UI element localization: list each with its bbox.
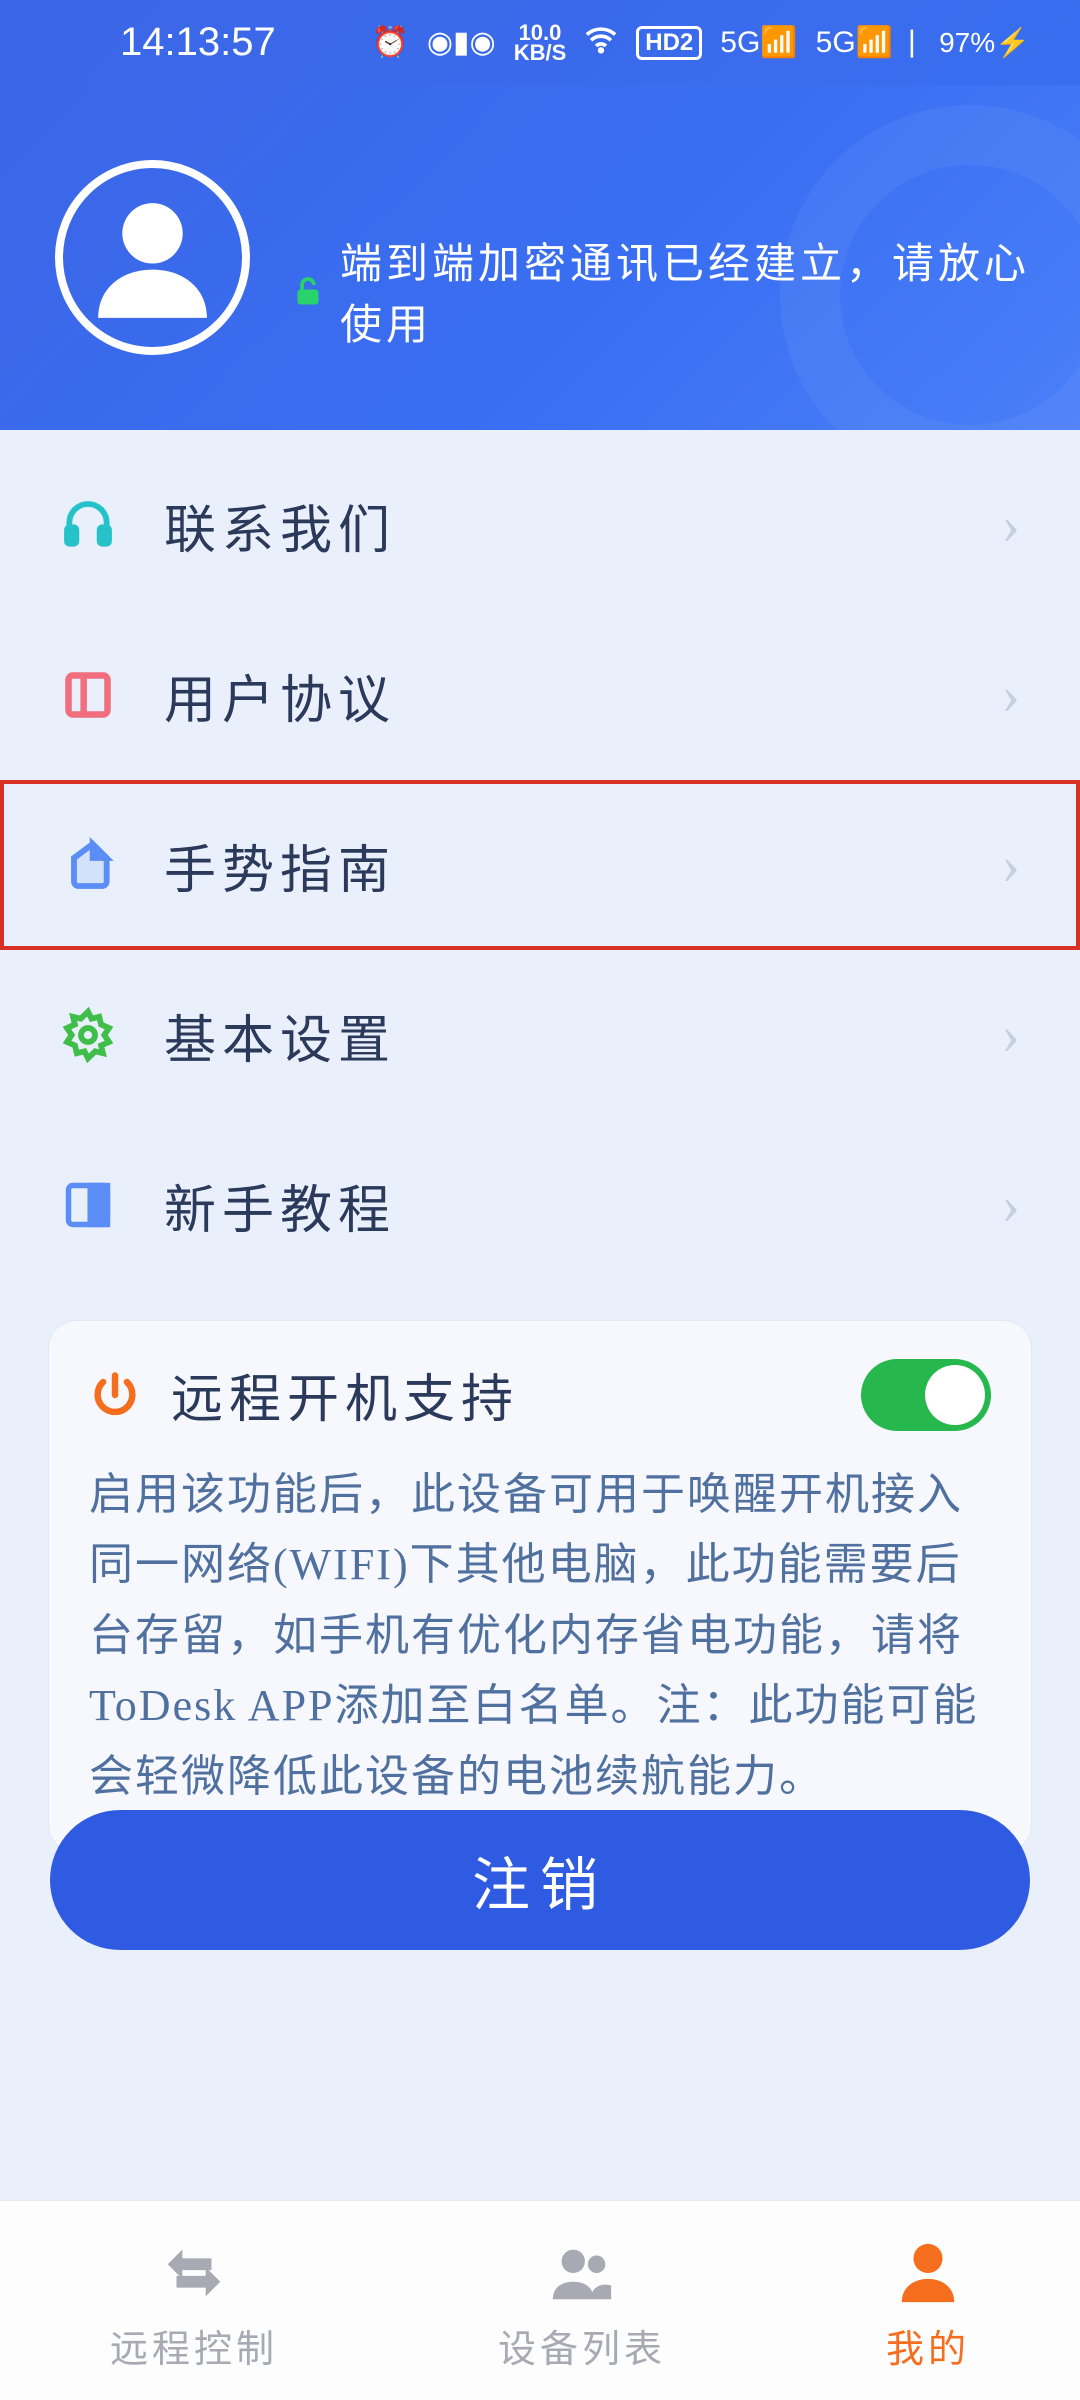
encryption-banner: 端到端加密通讯已经建立，请放心使用 — [290, 230, 1060, 352]
power-icon — [89, 1369, 141, 1421]
document-icon — [60, 667, 116, 723]
menu-label: 手势指南 — [164, 828, 396, 903]
gesture-icon — [60, 837, 116, 893]
nav-mine[interactable]: 我的 — [886, 2238, 970, 2373]
menu-label: 联系我们 — [164, 488, 396, 563]
wifi-icon — [584, 22, 618, 64]
menu-label: 新手教程 — [164, 1168, 396, 1243]
avatar[interactable] — [55, 160, 250, 355]
encryption-text: 端到端加密通讯已经建立，请放心使用 — [340, 230, 1060, 352]
nav-label: 我的 — [886, 2318, 970, 2373]
gear-icon — [60, 1007, 116, 1063]
menu-item-agreement[interactable]: 用户协议 › — [0, 610, 1080, 780]
nav-remote[interactable]: 远程控制 — [110, 2238, 278, 2373]
hd-badge: HD2 — [636, 26, 702, 60]
book-icon — [60, 1177, 116, 1233]
menu-item-contact[interactable]: 联系我们 › — [0, 440, 1080, 610]
menu-item-tutorial[interactable]: 新手教程 › — [0, 1120, 1080, 1290]
chevron-right-icon: › — [1001, 493, 1020, 557]
vibrate-icon: ◉▮◉ — [427, 25, 496, 60]
lock-icon — [290, 273, 326, 309]
remote-wake-toggle[interactable] — [861, 1359, 991, 1431]
chevron-right-icon: › — [1001, 1003, 1020, 1067]
people-icon — [547, 2238, 617, 2308]
panel-title: 远程开机支持 — [171, 1357, 519, 1432]
chevron-right-icon: › — [1001, 663, 1020, 727]
status-bar: 14:13:57 ⏰ ◉▮◉ 10.0 KB/S HD2 5G📶 5G📶 ⎸97… — [0, 0, 1080, 85]
main-card: 联系我们 › 用户协议 › 手势指南 › 基本设置 › 新手教程 › — [0, 430, 1080, 2400]
bottom-nav: 远程控制 设备列表 我的 — [0, 2200, 1080, 2400]
menu-item-gesture[interactable]: 手势指南 › — [0, 780, 1080, 950]
headset-icon — [60, 497, 116, 553]
remote-wake-panel: 远程开机支持 启用该功能后，此设备可用于唤醒开机接入同一网络(WIFI)下其他电… — [48, 1320, 1032, 1853]
person-icon — [893, 2238, 963, 2308]
panel-description: 启用该功能后，此设备可用于唤醒开机接入同一网络(WIFI)下其他电脑，此功能需要… — [89, 1460, 991, 1812]
nav-devices[interactable]: 设备列表 — [498, 2238, 666, 2373]
chevron-right-icon: › — [1001, 833, 1020, 897]
nav-label: 远程控制 — [110, 2318, 278, 2373]
menu-item-settings[interactable]: 基本设置 › — [0, 950, 1080, 1120]
status-indicators: ⏰ ◉▮◉ 10.0 KB/S HD2 5G📶 5G📶 ⎸97%⚡ — [371, 22, 1030, 64]
status-time: 14:13:57 — [120, 20, 276, 65]
nav-label: 设备列表 — [498, 2318, 666, 2373]
logout-label: 注销 — [472, 1838, 608, 1922]
signal-1: 5G📶 — [720, 25, 797, 60]
menu-label: 基本设置 — [164, 998, 396, 1073]
signal-2: 5G📶 — [816, 25, 893, 60]
network-speed: 10.0 KB/S — [514, 23, 567, 63]
menu-label: 用户协议 — [164, 658, 396, 733]
alarm-icon: ⏰ — [371, 25, 408, 60]
swap-icon — [159, 2238, 229, 2308]
profile-header: 端到端加密通讯已经建立，请放心使用 — [0, 85, 1080, 430]
chevron-right-icon: › — [1001, 1173, 1020, 1237]
battery-indicator: ⎸97%⚡ — [911, 26, 1030, 60]
logout-button[interactable]: 注销 — [50, 1810, 1030, 1950]
